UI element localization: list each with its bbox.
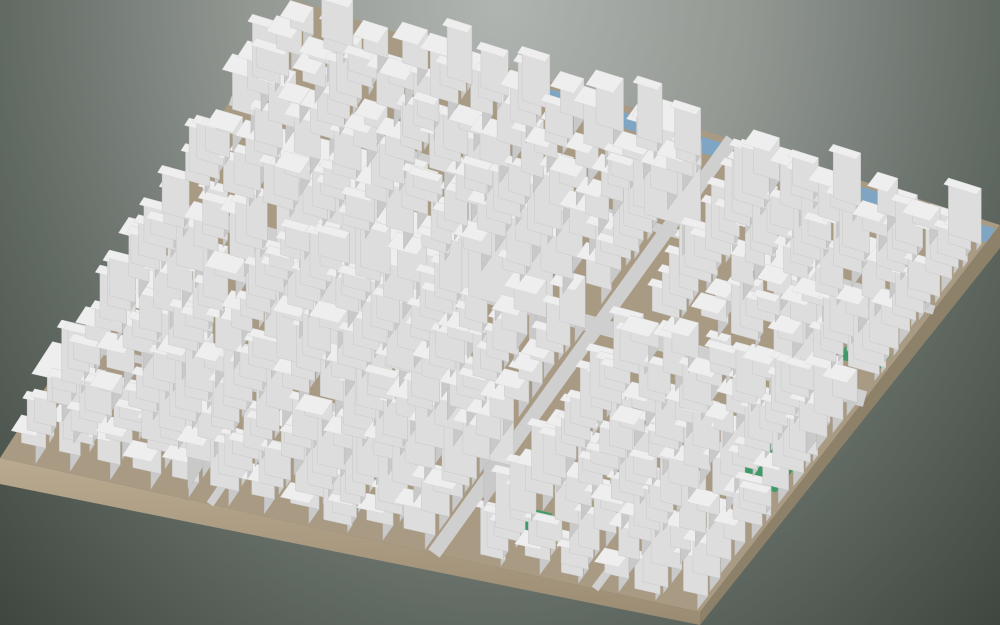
city-block-model [0, 0, 1000, 625]
building-masses [10, 0, 982, 611]
3d-city-viewport[interactable] [0, 0, 1000, 625]
